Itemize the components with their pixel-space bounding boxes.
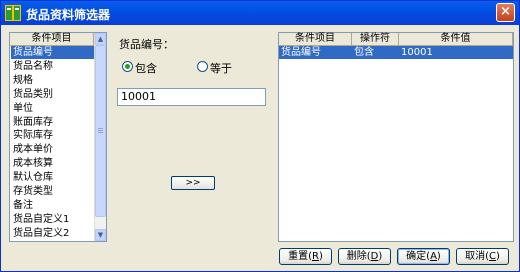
- list-item[interactable]: 货品自定义2: [11, 227, 95, 240]
- add-condition-button[interactable]: >>: [171, 176, 215, 190]
- cancel-button[interactable]: 取消(C): [456, 248, 509, 265]
- list-item[interactable]: 规格: [11, 74, 95, 87]
- list-item[interactable]: 货品类别: [11, 88, 95, 101]
- list-item[interactable]: 默认仓库: [11, 171, 95, 184]
- condition-table[interactable]: 条件项目 操作符 条件值 货品编号 包含 10001: [278, 32, 514, 242]
- reset-button[interactable]: 重置(R): [279, 248, 332, 265]
- scroll-down-icon[interactable]: ▼: [95, 229, 106, 241]
- list-item[interactable]: 成本核算: [11, 157, 95, 170]
- window-title: 货品资料筛选器: [26, 8, 111, 22]
- vertical-scrollbar[interactable]: ▲ ▼: [94, 33, 106, 241]
- list-item[interactable]: 单位: [11, 102, 95, 115]
- filter-dialog: 货品资料筛选器 × 条件项目 货品编号 货品名称 规格 货品类别 单位 账面库存 实际库存成…: [0, 0, 520, 272]
- list-item[interactable]: 货品名称: [11, 60, 95, 73]
- condition-value-input[interactable]: 10001: [117, 88, 266, 106]
- list-item[interactable]: 备注: [11, 199, 95, 212]
- table-cell-item: 货品编号: [281, 47, 321, 58]
- radio-equals[interactable]: [197, 61, 208, 72]
- delete-button[interactable]: 删除(D): [338, 248, 391, 265]
- list-item[interactable]: 货品编号: [11, 46, 95, 59]
- field-label: 货品编号：: [119, 38, 174, 51]
- list-item[interactable]: 账面库存: [11, 116, 95, 129]
- app-icon: [5, 5, 21, 21]
- condition-item-list[interactable]: 条件项目 货品编号 货品名称 规格 货品类别 单位 账面库存 实际库存 成本单价 成本核算 默认仓…: [9, 32, 107, 242]
- column-header-value[interactable]: 条件值: [399, 33, 513, 46]
- scroll-thumb[interactable]: [95, 45, 106, 217]
- list-header[interactable]: 条件项目: [10, 33, 94, 46]
- list-item[interactable]: 货品自定义1: [11, 213, 95, 226]
- table-cell-operator: 包含: [354, 47, 374, 58]
- radio-contains[interactable]: [122, 61, 133, 72]
- list-item[interactable]: 存货类型: [11, 185, 95, 198]
- close-button[interactable]: ×: [496, 3, 515, 22]
- radio-contains-label[interactable]: 包含: [135, 60, 157, 76]
- ok-button[interactable]: 确定(A): [397, 248, 450, 265]
- radio-selected-dot: [125, 64, 130, 69]
- table-cell-value: 10001: [401, 47, 433, 58]
- title-bar[interactable]: 货品资料筛选器 ×: [1, 1, 519, 25]
- column-header-operator[interactable]: 操作符: [352, 33, 399, 46]
- list-item[interactable]: 成本单价: [11, 143, 95, 156]
- list-item[interactable]: 实际库存: [11, 129, 95, 142]
- scroll-up-icon[interactable]: ▲: [95, 33, 106, 45]
- radio-equals-label[interactable]: 等于: [210, 60, 232, 76]
- column-header-item[interactable]: 条件项目: [279, 33, 352, 46]
